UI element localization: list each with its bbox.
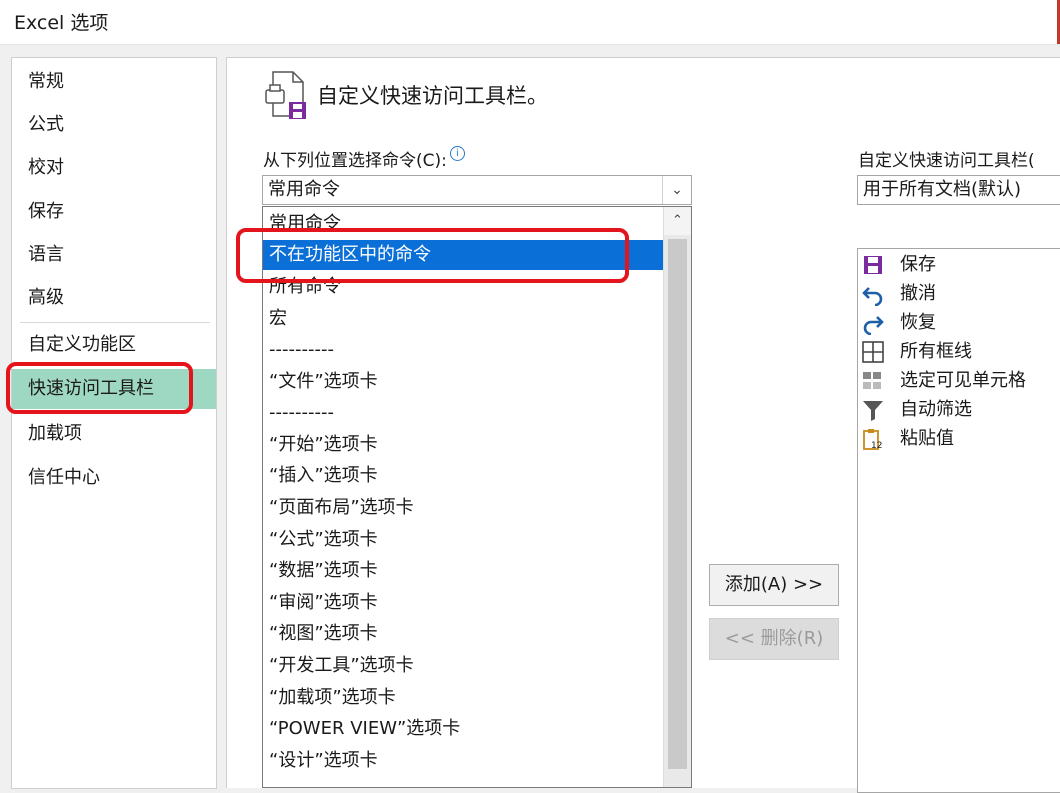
toolbar-label: 自定义快速访问工具栏( [858,151,1035,171]
list-item-separator[interactable]: ---------- [263,398,663,428]
options-nav: 常规 公式 校对 保存 语言 高级 自定义功能区 快速访问工具栏 加载项 信任中… [11,57,217,789]
main-panel: 自定义快速访问工具栏。 从下列位置选择命令(C): i 常用命令 ⌄ 常用命令 不… [226,57,1060,793]
list-item[interactable]: “开始”选项卡 [263,430,663,460]
toolbar-commands-list[interactable]: 保存 撤消 恢复 所有框线 选定可见单元格 自动筛选 12 粘贴值 [857,248,1060,793]
list-item[interactable]: 宏 [263,304,663,334]
choose-commands-value: 常用命令 [268,179,340,200]
toolbar-item-redo[interactable]: 恢复 [858,308,1060,337]
choose-commands-dropdown[interactable]: 常用命令 ⌄ [262,175,692,205]
list-item[interactable]: “设计”选项卡 [263,746,663,776]
nav-item-trust-center[interactable]: 信任中心 [12,460,216,496]
list-item[interactable]: “插入”选项卡 [263,461,663,491]
choose-commands-label: 从下列位置选择命令(C): i [263,146,465,171]
toolbar-item-label: 保存 [900,254,936,275]
list-item[interactable]: “页面布局”选项卡 [263,493,663,523]
list-item[interactable]: 常用命令 [263,209,663,239]
list-item[interactable]: “审阅”选项卡 [263,588,663,618]
scroll-thumb[interactable] [668,239,687,769]
nav-item-advanced[interactable]: 高级 [12,280,216,316]
toolbar-item-save[interactable]: 保存 [858,250,1060,279]
toolbar-item-label: 选定可见单元格 [900,370,1026,391]
toolbar-item-label: 所有框线 [900,341,972,362]
paste-values-icon: 12 [863,429,882,451]
add-button[interactable]: 添加(A) >> [709,564,839,606]
all-borders-icon [862,341,884,363]
list-item-separator[interactable]: ---------- [263,335,663,365]
window-title: Excel 选项 [14,12,109,34]
list-scrollbar[interactable]: ⌃ [663,207,691,787]
select-visible-cells-icon [863,372,881,389]
remove-button: << 删除(R) [709,618,839,660]
list-item[interactable]: “数据”选项卡 [263,556,663,586]
list-item[interactable]: “文件”选项卡 [263,367,663,397]
scroll-up-icon[interactable]: ⌃ [664,207,691,235]
nav-item-language[interactable]: 语言 [12,237,216,273]
toolbar-item-label: 恢复 [900,312,936,333]
nav-item-save[interactable]: 保存 [12,194,216,230]
commands-dropdown-list[interactable]: 常用命令 不在功能区中的命令 所有命令 宏 ---------- “文件”选项卡… [262,206,692,788]
list-item[interactable]: “视图”选项卡 [263,619,663,649]
toolbar-item-label: 自动筛选 [900,399,972,420]
toolbar-scope-value: 用于所有文档(默认) [863,179,1022,200]
save-icon [864,256,882,274]
redo-icon [863,316,884,335]
toolbar-item-select-visible[interactable]: 选定可见单元格 [858,366,1060,395]
nav-item-add-ins[interactable]: 加载项 [12,416,216,452]
page-heading: 自定义快速访问工具栏。 [317,84,548,108]
chevron-down-icon[interactable]: ⌄ [662,176,691,204]
toolbar-item-undo[interactable]: 撤消 [858,279,1060,308]
toolbar-item-all-borders[interactable]: 所有框线 [858,337,1060,366]
list-item-selected[interactable]: 不在功能区中的命令 [263,240,665,270]
list-item[interactable]: “开发工具”选项卡 [263,651,663,681]
nav-item-quick-access-toolbar[interactable]: 快速访问工具栏 [12,369,216,409]
toolbar-item-label: 粘贴值 [900,428,954,449]
list-item[interactable]: “POWER VIEW”选项卡 [263,714,663,744]
info-icon[interactable]: i [449,146,465,161]
nav-item-proofing[interactable]: 校对 [12,150,216,186]
nav-item-customize-ribbon[interactable]: 自定义功能区 [12,327,216,363]
list-item[interactable]: “公式”选项卡 [263,525,663,555]
nav-item-formulas[interactable]: 公式 [12,107,216,143]
filter-icon [863,401,883,421]
list-item[interactable]: “加载项”选项卡 [263,683,663,713]
nav-item-general[interactable]: 常规 [12,64,216,100]
choose-commands-label-text: 从下列位置选择命令(C): [263,151,447,171]
toolbar-item-autofilter[interactable]: 自动筛选 [858,395,1060,424]
undo-icon [862,287,883,306]
customize-toolbar-icon [265,71,306,119]
toolbar-item-paste-values[interactable]: 12 粘贴值 [858,424,1060,453]
list-item[interactable]: 所有命令 [263,272,663,302]
svg-text:12: 12 [871,441,882,451]
nav-divider [20,322,210,323]
toolbar-item-label: 撤消 [900,283,936,304]
title-bar: Excel 选项 [0,0,1060,45]
toolbar-scope-dropdown[interactable]: 用于所有文档(默认) [857,175,1060,205]
